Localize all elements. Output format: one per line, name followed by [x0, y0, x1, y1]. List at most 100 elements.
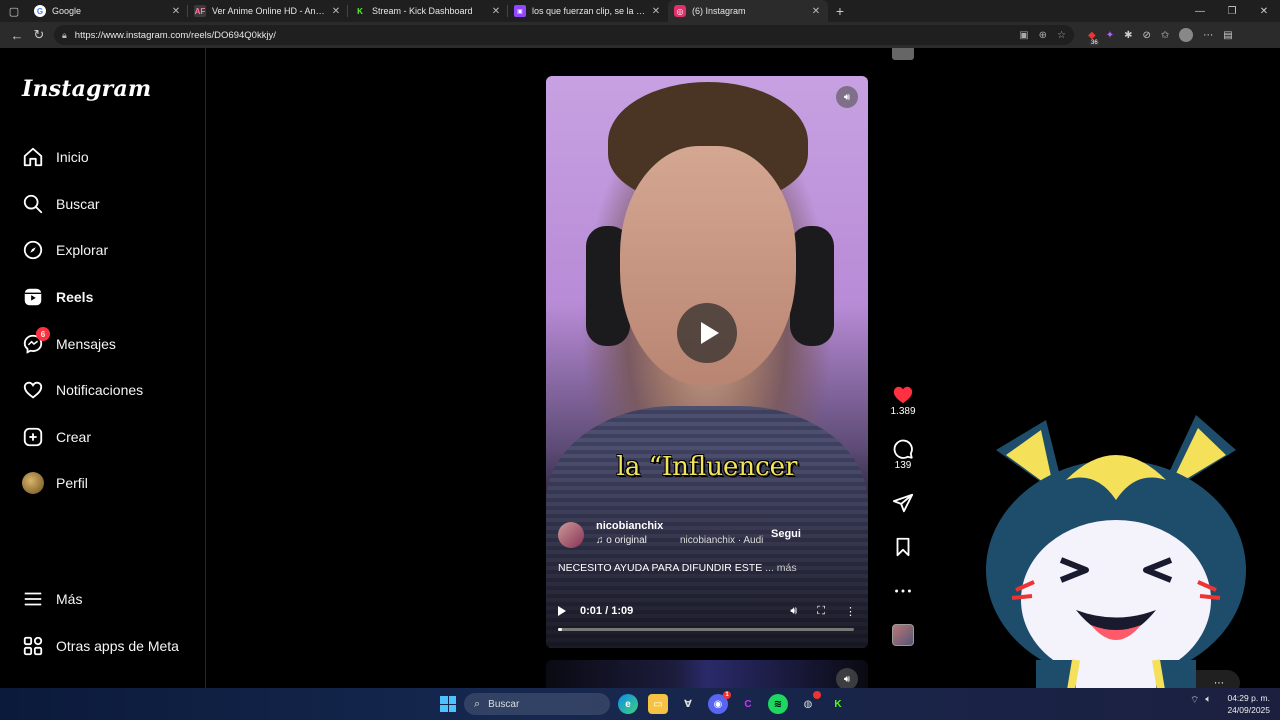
fullscreen-icon[interactable]: ⛶ [817, 605, 825, 618]
spotify-icon[interactable]: ≋ [768, 694, 788, 714]
copilot-icon[interactable]: ▤ [1223, 30, 1232, 41]
reel-video[interactable]: 🔊︎ la “Influencer nicobianchix ♫ o origi… [546, 76, 868, 648]
settings-more-icon[interactable]: ⋯ [1203, 30, 1213, 41]
home-icon [23, 147, 43, 167]
app-badge [813, 691, 821, 699]
profile-avatar [22, 472, 44, 494]
meta-apps-icon [23, 636, 43, 656]
tab-title: Stream - Kick Dashboard [372, 6, 473, 16]
author-name[interactable]: nicobianchix [596, 520, 663, 532]
reel-description: NECESITO AYUDA PARA DIFUNDIR ESTE ... má… [558, 562, 797, 574]
volume-icon[interactable]: 🔈︎ [1205, 694, 1211, 707]
app-c-icon[interactable]: C [738, 694, 758, 714]
nav-label: Crear [56, 429, 92, 445]
file-explorer-icon[interactable]: ▭ [648, 694, 668, 714]
previous-reel-thumbnail[interactable] [892, 48, 914, 60]
discord-icon[interactable]: ◉ 1 [708, 691, 731, 714]
like-count: 1.389 [890, 406, 916, 417]
clock[interactable]: 04:29 p. m. 24/09/2025 [1227, 692, 1270, 716]
cat-sticker-overlay [986, 415, 1246, 720]
profile-avatar[interactable] [1179, 28, 1194, 42]
tab-bar: ▢ G Google ✕ AF Ver Anime Online HD - An… [0, 0, 1280, 22]
share-action[interactable] [884, 492, 922, 514]
wifi-icon[interactable]: ⌔ [1190, 694, 1199, 707]
tab-animeflv[interactable]: AF Ver Anime Online HD - AnimeFLV ✕ [188, 0, 348, 22]
app-circle-icon[interactable]: ◍ [798, 691, 821, 714]
zoom-icon[interactable]: ⊕ [1039, 30, 1047, 41]
tab-actions-icon[interactable]: ▢ [0, 0, 28, 22]
messenger-icon-wrap: 6 [22, 327, 50, 355]
app-v-icon[interactable]: ∀ [678, 694, 698, 714]
kick-taskbar-icon[interactable]: K [828, 694, 848, 714]
close-icon[interactable]: ✕ [650, 6, 662, 17]
close-icon[interactable]: ✕ [170, 6, 182, 17]
instagram-icon: ◎ [674, 5, 686, 17]
more-options-action[interactable] [884, 580, 922, 602]
taskbar-search[interactable]: ⌕ Buscar [464, 693, 610, 715]
progress-bar[interactable] [558, 628, 854, 631]
close-icon[interactable]: ✕ [810, 6, 822, 17]
description-text: NECESITO AYUDA PARA DIFUNDIR ESTE [558, 562, 763, 574]
close-icon[interactable]: ✕ [330, 6, 342, 17]
extension-purple-icon[interactable]: ✦ [1106, 30, 1114, 41]
windows-start-icon[interactable] [440, 696, 456, 712]
extensions-puzzle-icon[interactable]: ✱ [1124, 30, 1132, 41]
discord-badge: 1 [723, 691, 731, 699]
nav-create[interactable]: Crear [22, 422, 91, 452]
tab-kick[interactable]: K Stream - Kick Dashboard ✕ [348, 0, 508, 22]
nav-profile[interactable]: Perfil [22, 468, 88, 498]
next-reel-preview[interactable] [546, 660, 868, 688]
volume-icon[interactable]: 🔊︎ [790, 605, 797, 618]
favorite-star-icon[interactable]: ☆ [1057, 30, 1066, 41]
nav-search[interactable]: Buscar [22, 189, 100, 219]
play-button[interactable] [677, 303, 737, 363]
search-icon [23, 194, 43, 214]
save-action[interactable] [884, 536, 922, 558]
favorites-icon[interactable]: ✩ [1161, 30, 1169, 41]
instagram-logo[interactable]: Instagram [22, 76, 151, 102]
search-icon: ⌕ [474, 697, 481, 710]
close-window-icon[interactable]: ✕ [1248, 6, 1280, 17]
nav-reels[interactable]: Reels [22, 282, 93, 312]
animeflv-icon: AF [194, 5, 206, 17]
nav-meta-apps[interactable]: Otras apps de Meta [22, 631, 179, 661]
new-tab-button[interactable]: + [828, 3, 852, 19]
site-info-icon[interactable]: 🔒︎ [62, 30, 67, 41]
compass-icon [23, 240, 43, 260]
taskbar-apps: e ▭ ∀ ◉ 1 C ≋ ◍ K [618, 691, 848, 714]
more-horizontal-icon [895, 589, 911, 593]
app-available-icon[interactable]: ▣ [1019, 30, 1028, 41]
nav-more[interactable]: Más [22, 584, 82, 614]
nav-notifications[interactable]: Notificaciones [22, 375, 143, 405]
reload-icon[interactable]: ↻ [28, 27, 50, 43]
url-field[interactable]: 🔒︎ https://www.instagram.com/reels/DO694… [54, 25, 1074, 45]
split-screen-icon[interactable]: ⊘ [1142, 30, 1150, 41]
nav-home[interactable]: Inicio [22, 142, 89, 172]
like-action[interactable]: 1.389 [884, 384, 922, 417]
tab-twitch[interactable]: ▣ los que fuerzan clip, se la comen ✕ [508, 0, 668, 22]
time-display: 0:01 / 1:09 [580, 605, 633, 617]
audio-source[interactable]: nicobianchix · Audi [680, 535, 765, 546]
url-text: https://www.instagram.com/reels/DO694Q0k… [74, 29, 276, 41]
nav-explore[interactable]: Explorar [22, 235, 108, 265]
tab-instagram[interactable]: ◎ (6) Instagram ✕ [668, 0, 828, 22]
tab-google[interactable]: G Google ✕ [28, 0, 188, 22]
window-controls: — ❐ ✕ [1184, 6, 1280, 17]
extension-red-icon[interactable]: ◆ 36 [1088, 30, 1100, 46]
speaker-icon[interactable]: 🔊︎ [836, 668, 858, 690]
audio-thumbnail[interactable] [892, 624, 914, 646]
back-arrow-icon[interactable]: ← [6, 28, 28, 43]
audio-label[interactable]: ♫ o original [596, 535, 647, 546]
follow-button[interactable]: Segui [771, 528, 801, 540]
more-link[interactable]: ... más [765, 562, 797, 574]
more-vertical-icon[interactable]: ⋮ [845, 605, 856, 618]
restore-icon[interactable]: ❐ [1216, 6, 1248, 17]
minimize-icon[interactable]: — [1184, 6, 1216, 17]
comment-action[interactable]: 139 [884, 438, 922, 471]
play-small-icon[interactable] [558, 606, 566, 616]
author-avatar[interactable] [558, 522, 584, 548]
edge-icon[interactable]: e [618, 694, 638, 714]
nav-messages[interactable]: 6 Mensajes [22, 327, 116, 359]
close-icon[interactable]: ✕ [490, 6, 502, 17]
speaker-icon[interactable]: 🔊︎ [836, 86, 858, 108]
